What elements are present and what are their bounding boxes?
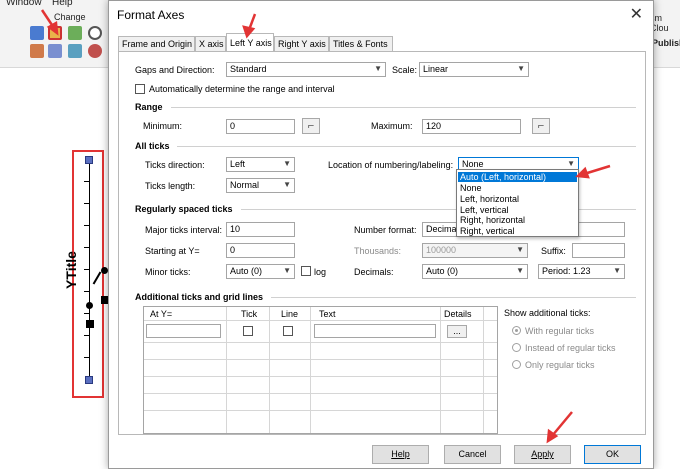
annotation-arrows bbox=[40, 9, 611, 444]
arrow-head bbox=[575, 166, 590, 179]
arrow-to-apply bbox=[551, 411, 573, 437]
arrow-head bbox=[242, 25, 256, 39]
arrow-to-dropdown bbox=[583, 164, 611, 176]
